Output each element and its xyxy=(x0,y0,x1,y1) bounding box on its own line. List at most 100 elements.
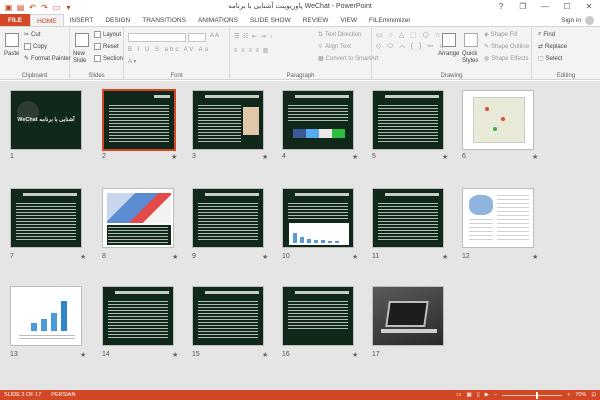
fit-slide-icon[interactable]: ⊡ xyxy=(591,392,596,398)
tab-design[interactable]: DESIGN xyxy=(99,14,136,26)
slide-thumbnail[interactable] xyxy=(102,188,174,248)
slide-thumbnail[interactable] xyxy=(462,90,534,150)
editing-label: Editing xyxy=(556,73,576,79)
select-button[interactable]: ⬚ Select xyxy=(538,55,562,63)
align-text-button[interactable]: ⇳ Align Text xyxy=(318,43,351,51)
tab-insert[interactable]: INSERT xyxy=(64,14,100,26)
font-name-combo[interactable] xyxy=(128,33,186,42)
account-avatar-icon[interactable] xyxy=(585,16,594,25)
format-painter-button[interactable]: ✎ Format Painter xyxy=(24,55,71,63)
zoom-level[interactable]: 70% xyxy=(575,392,586,398)
section-button[interactable]: Section xyxy=(94,55,123,62)
tab-home[interactable]: HOME xyxy=(30,14,64,26)
align-buttons[interactable]: ≡ ≡ ≡ ≡ ▥ xyxy=(234,47,269,54)
tab-slide-show[interactable]: SLIDE SHOW xyxy=(244,14,297,26)
reading-view-icon[interactable]: ▯ xyxy=(477,392,480,398)
quick-styles-button[interactable]: Quick Styles xyxy=(462,51,482,65)
slide-number: 6 xyxy=(462,153,466,160)
slide-thumbnail[interactable] xyxy=(282,286,354,346)
signin-link[interactable]: Sign in xyxy=(561,14,581,27)
slide-thumbnail[interactable]: WeChat آشنایی با برنامه xyxy=(10,90,82,150)
zoom-in-button[interactable]: + xyxy=(567,392,570,398)
layout-label: Layout xyxy=(103,31,122,38)
slide-thumbnail[interactable] xyxy=(282,90,354,150)
cut-button[interactable]: ✂ Cut xyxy=(24,31,40,39)
replace-button[interactable]: ⇄ Replace xyxy=(538,43,567,51)
chart-bar xyxy=(293,233,297,243)
status-bar: SLIDE 2 OF 17 PERSIAN ▭ ▦ ▯ ▶ − + 70% ⊡ xyxy=(0,390,600,400)
ribbon-display-button[interactable]: ❐ xyxy=(512,0,534,14)
align-text-icon: ⇳ xyxy=(318,44,324,50)
paragraph-label: Paragraph xyxy=(286,73,315,79)
arrange-icon[interactable] xyxy=(442,33,456,47)
maximize-button[interactable]: ☐ xyxy=(556,0,578,14)
slide-thumbnail[interactable] xyxy=(102,89,176,151)
slide-text-block xyxy=(198,203,258,241)
slide-thumbnail[interactable] xyxy=(462,188,534,248)
slide-thumbnail[interactable] xyxy=(192,90,264,150)
slide-title-line xyxy=(205,193,259,196)
quick-styles-icon[interactable] xyxy=(464,33,478,47)
slide-thumbnail[interactable] xyxy=(372,90,444,150)
font-color-icon[interactable]: A ▾ xyxy=(128,58,136,65)
slide-text-block xyxy=(198,105,241,143)
copy-button[interactable]: Copy xyxy=(24,43,47,50)
slide-thumbnail[interactable] xyxy=(10,286,82,346)
help-button[interactable]: ? xyxy=(490,0,512,14)
find-button[interactable]: ⌕ Find xyxy=(538,31,555,38)
font-format-buttons[interactable]: B I U S abc AV Aa xyxy=(128,47,210,53)
reset-icon xyxy=(94,43,101,50)
slide-text-block xyxy=(108,227,168,243)
slide-number: 13 xyxy=(10,351,18,358)
chart-bar xyxy=(321,240,325,243)
slide-thumbnail[interactable] xyxy=(282,188,354,248)
paste-button[interactable]: Paste xyxy=(4,51,19,57)
slide-number: 17 xyxy=(372,351,380,358)
slide-thumbnail[interactable] xyxy=(10,188,82,248)
slideshow-view-icon[interactable]: ▶ xyxy=(485,392,489,398)
slides-group: New Slide Layout Reset Section Slides xyxy=(70,27,124,80)
reset-button[interactable]: Reset xyxy=(94,43,119,50)
zoom-slider[interactable] xyxy=(502,391,563,399)
arrange-button[interactable]: Arrange xyxy=(438,51,459,57)
zoom-out-button[interactable]: − xyxy=(494,392,497,398)
animation-star-icon: ★ xyxy=(262,154,269,161)
shape-fill-label: Shape Fill xyxy=(490,31,518,38)
tab-view[interactable]: VIEW xyxy=(334,14,363,26)
new-slide-icon[interactable] xyxy=(75,33,89,47)
clipboard-group: Paste ✂ Cut Copy ✎ Format Painter Clipboar… xyxy=(0,27,71,80)
slide-thumbnail[interactable] xyxy=(372,286,444,346)
close-button[interactable]: ✕ xyxy=(578,0,600,14)
paste-icon[interactable] xyxy=(5,33,19,47)
grow-font-icon[interactable]: A A xyxy=(210,33,219,39)
shape-outline-button[interactable]: ✎ Shape Outline xyxy=(484,43,529,51)
minimize-button[interactable]: — xyxy=(534,0,556,14)
search-icon: ⌕ xyxy=(538,31,542,37)
tab-fileminimizer[interactable]: FILEminimizer xyxy=(363,14,417,26)
slide-sorter-view-icon[interactable]: ▦ xyxy=(466,392,471,398)
slide-thumbnail[interactable] xyxy=(192,286,264,346)
slide-thumbnail[interactable] xyxy=(102,286,174,346)
slides-label: Slides xyxy=(88,73,105,79)
slide-text-block xyxy=(378,203,438,241)
smartart-icon: ▦ xyxy=(318,56,324,62)
font-size-combo[interactable] xyxy=(188,33,206,42)
shape-fill-button[interactable]: ◈ Shape Fill xyxy=(484,31,518,39)
list-buttons[interactable]: ☰ ☷ ⇤ ⇥ ↕ xyxy=(234,33,273,40)
shape-effects-button[interactable]: ◍ Shape Effects xyxy=(484,55,529,63)
text-direction-button[interactable]: ⇅ Text Direction xyxy=(318,31,361,39)
tab-transitions[interactable]: TRANSITIONS xyxy=(136,14,192,26)
tab-animations[interactable]: ANIMATIONS xyxy=(192,14,244,26)
tab-file[interactable]: FILE xyxy=(0,14,31,26)
convert-smartart-button[interactable]: ▦ Convert to SmartArt xyxy=(318,55,379,63)
language-indicator[interactable]: PERSIAN xyxy=(51,392,75,398)
normal-view-icon[interactable]: ▭ xyxy=(456,392,461,398)
shapes-gallery-row2[interactable]: ◇ ⬭ ⌒ { } ⇦ ↺ xyxy=(376,42,447,51)
slide-number: 7 xyxy=(10,253,14,260)
new-slide-button[interactable]: New Slide xyxy=(73,51,95,65)
tab-review[interactable]: REVIEW xyxy=(297,14,335,26)
slide-thumbnail[interactable] xyxy=(372,188,444,248)
slide-thumbnail[interactable] xyxy=(192,188,264,248)
slide-title-line xyxy=(385,193,439,196)
layout-button[interactable]: Layout xyxy=(94,31,121,38)
